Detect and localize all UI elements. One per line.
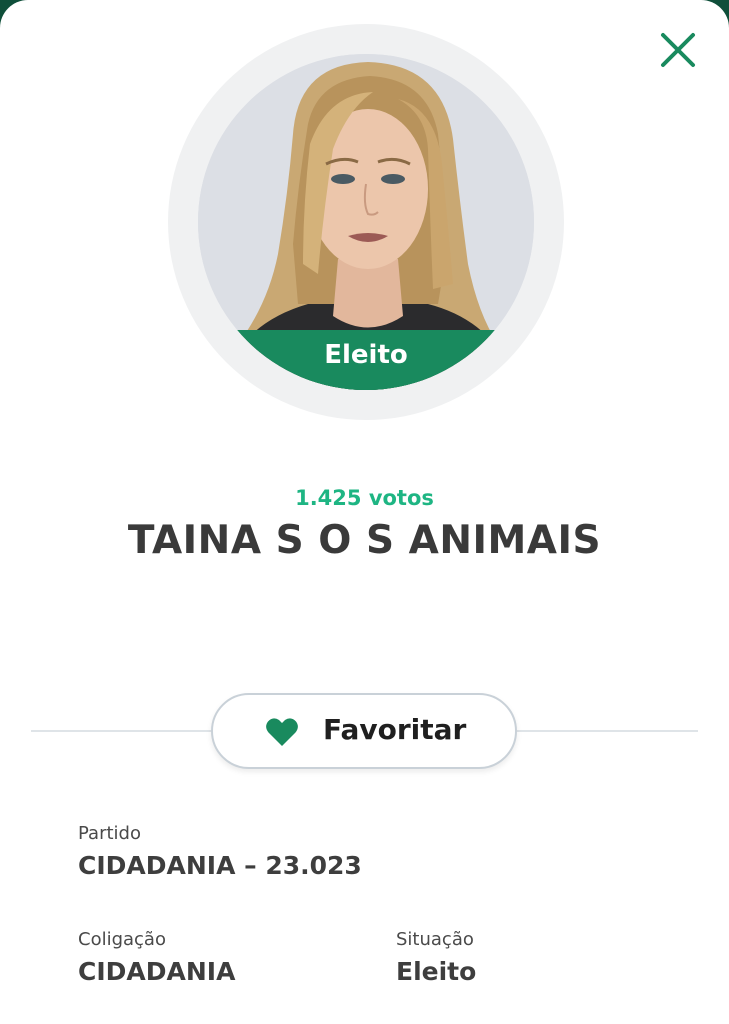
candidate-detail-sheet: Eleito 1.425 votos TAINA S O S ANIMAIS F… <box>0 0 729 1024</box>
coligacao-value: CIDADANIA <box>78 957 236 986</box>
close-button[interactable] <box>656 28 700 72</box>
status-badge: Eleito <box>198 330 534 390</box>
vote-count: 1.425 votos <box>295 486 434 510</box>
heart-icon <box>266 718 298 746</box>
situacao-value: Eleito <box>396 957 477 986</box>
partido-value: CIDADANIA – 23.023 <box>78 851 362 880</box>
candidate-photo: Eleito <box>198 54 534 390</box>
close-icon <box>661 33 695 67</box>
candidate-name: TAINA S O S ANIMAIS <box>127 518 602 563</box>
partido-label: Partido <box>78 823 141 844</box>
favorite-button[interactable]: Favoritar <box>211 693 517 769</box>
coligacao-label: Coligação <box>78 929 166 950</box>
favorite-button-label: Favoritar <box>323 713 467 746</box>
situacao-label: Situação <box>396 929 474 950</box>
